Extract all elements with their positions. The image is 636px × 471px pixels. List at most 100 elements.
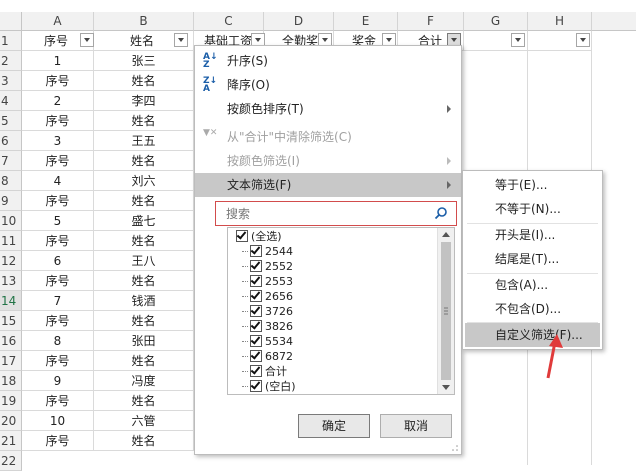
list-scrollbar[interactable] (437, 228, 454, 394)
column-header-c[interactable]: C (194, 12, 264, 31)
cell-b[interactable]: 姓名 (94, 151, 194, 171)
list-item[interactable]: 2656 (242, 289, 293, 304)
checkbox[interactable] (250, 290, 262, 302)
submenu-contains[interactable]: 包含(A)... (465, 273, 600, 297)
sort-by-color-item[interactable]: 按颜色排序(T) (195, 97, 461, 121)
checkbox[interactable] (250, 260, 262, 272)
list-item[interactable]: (空白) (242, 379, 296, 394)
submenu-custom-filter[interactable]: 自定义筛选(F)... (465, 323, 600, 347)
checkbox[interactable] (250, 305, 262, 317)
sort-descending-item[interactable]: Z↓ A 降序(O) (195, 73, 461, 97)
sort-ascending-item[interactable]: A↓ Z 升序(S) (195, 49, 461, 73)
list-item[interactable]: 3726 (242, 304, 293, 319)
cell-a[interactable]: 序号 (22, 431, 94, 451)
list-item[interactable]: 6872 (242, 349, 293, 364)
submenu-not-equals[interactable]: 不等于(N)... (465, 197, 600, 221)
row-header[interactable]: 5 (0, 111, 22, 131)
list-item[interactable]: 2553 (242, 274, 293, 289)
filter-dropdown-button-b[interactable] (174, 33, 188, 47)
row-header[interactable]: 18 (0, 371, 22, 391)
filter-dropdown-button-a[interactable] (80, 33, 94, 47)
cell-a[interactable]: 10 (22, 411, 94, 431)
cell-b[interactable]: 王八 (94, 251, 194, 271)
row-header[interactable]: 20 (0, 411, 22, 431)
cell-b[interactable]: 姓名 (94, 111, 194, 131)
cell-a[interactable]: 2 (22, 91, 94, 111)
cell-b[interactable]: 钱酒 (94, 291, 194, 311)
list-item[interactable]: 合计 (242, 364, 287, 379)
submenu-ends-with[interactable]: 结尾是(T)... (465, 247, 600, 271)
cell-b[interactable]: 王五 (94, 131, 194, 151)
text-filter-item[interactable]: 文本筛选(F) (195, 173, 461, 197)
checkbox[interactable] (250, 380, 262, 392)
list-item[interactable]: 5534 (242, 334, 293, 349)
cell-b[interactable]: 姓名 (94, 391, 194, 411)
cell-a[interactable]: 序号 (22, 271, 94, 291)
cell-b[interactable]: 冯度 (94, 371, 194, 391)
row-header[interactable]: 21 (0, 431, 22, 451)
row-header[interactable]: 17 (0, 351, 22, 371)
search-box[interactable] (215, 201, 457, 226)
filter-dropdown-button-h[interactable] (576, 33, 590, 47)
row-header[interactable]: 19 (0, 391, 22, 411)
cell-a[interactable]: 8 (22, 331, 94, 351)
row-header[interactable]: 10 (0, 211, 22, 231)
cell-b[interactable]: 刘六 (94, 171, 194, 191)
cell-b[interactable]: 张田 (94, 331, 194, 351)
search-input[interactable] (216, 202, 436, 225)
column-header-d[interactable]: D (264, 12, 334, 31)
column-header-b[interactable]: B (94, 12, 194, 31)
column-header-g[interactable]: G (464, 12, 528, 31)
row-header-selected[interactable]: 14 (0, 291, 22, 311)
row-header[interactable]: 22 (0, 451, 22, 471)
column-header-a[interactable]: A (22, 12, 94, 31)
cell-b[interactable]: 盛七 (94, 211, 194, 231)
cell-b[interactable]: 姓名 (94, 351, 194, 371)
row-header[interactable]: 1 (0, 31, 22, 51)
row-header[interactable]: 11 (0, 231, 22, 251)
cell-a[interactable]: 7 (22, 291, 94, 311)
row-header[interactable]: 13 (0, 271, 22, 291)
column-header-h[interactable]: H (528, 12, 592, 31)
cell-a[interactable]: 序号 (22, 191, 94, 211)
list-item-select-all[interactable]: (全选) (236, 229, 282, 244)
row-header[interactable]: 8 (0, 171, 22, 191)
cell-a[interactable]: 序号 (22, 231, 94, 251)
list-item[interactable]: 2544 (242, 244, 293, 259)
row-header[interactable]: 2 (0, 51, 22, 71)
cell-b[interactable]: 李四 (94, 91, 194, 111)
row-header[interactable]: 9 (0, 191, 22, 211)
cell-a[interactable]: 1 (22, 51, 94, 71)
cell-a[interactable]: 3 (22, 131, 94, 151)
cell-a[interactable]: 序号 (22, 71, 94, 91)
filter-dropdown-button-g[interactable] (511, 33, 525, 47)
cell-a[interactable]: 9 (22, 371, 94, 391)
cell-a[interactable]: 序号 (22, 391, 94, 411)
checkbox[interactable] (250, 335, 262, 347)
search-icon[interactable] (434, 206, 448, 220)
submenu-equals[interactable]: 等于(E)... (465, 173, 600, 197)
list-item[interactable]: 2552 (242, 259, 293, 274)
row-header[interactable]: 15 (0, 311, 22, 331)
cell-a[interactable]: 4 (22, 171, 94, 191)
row-header[interactable]: 12 (0, 251, 22, 271)
submenu-begins-with[interactable]: 开头是(I)... (465, 223, 600, 247)
cell-b[interactable]: 姓名 (94, 431, 194, 451)
cancel-button[interactable]: 取消 (380, 414, 452, 438)
cell-a[interactable]: 序号 (22, 311, 94, 331)
cell-b[interactable]: 姓名 (94, 191, 194, 211)
scrollbar-arrows-icon[interactable] (438, 228, 454, 394)
column-header-f[interactable]: F (398, 12, 464, 31)
checkbox[interactable] (250, 275, 262, 287)
resize-grip-icon[interactable] (451, 444, 459, 452)
cell-b[interactable]: 六管 (94, 411, 194, 431)
list-item[interactable]: 3826 (242, 319, 293, 334)
cell-a[interactable]: 5 (22, 211, 94, 231)
checkbox[interactable] (250, 320, 262, 332)
row-header[interactable]: 3 (0, 71, 22, 91)
cell-b[interactable]: 张三 (94, 51, 194, 71)
column-header-e[interactable]: E (334, 12, 398, 31)
row-header[interactable]: 7 (0, 151, 22, 171)
row-header[interactable]: 6 (0, 131, 22, 151)
cell-a[interactable]: 序号 (22, 351, 94, 371)
